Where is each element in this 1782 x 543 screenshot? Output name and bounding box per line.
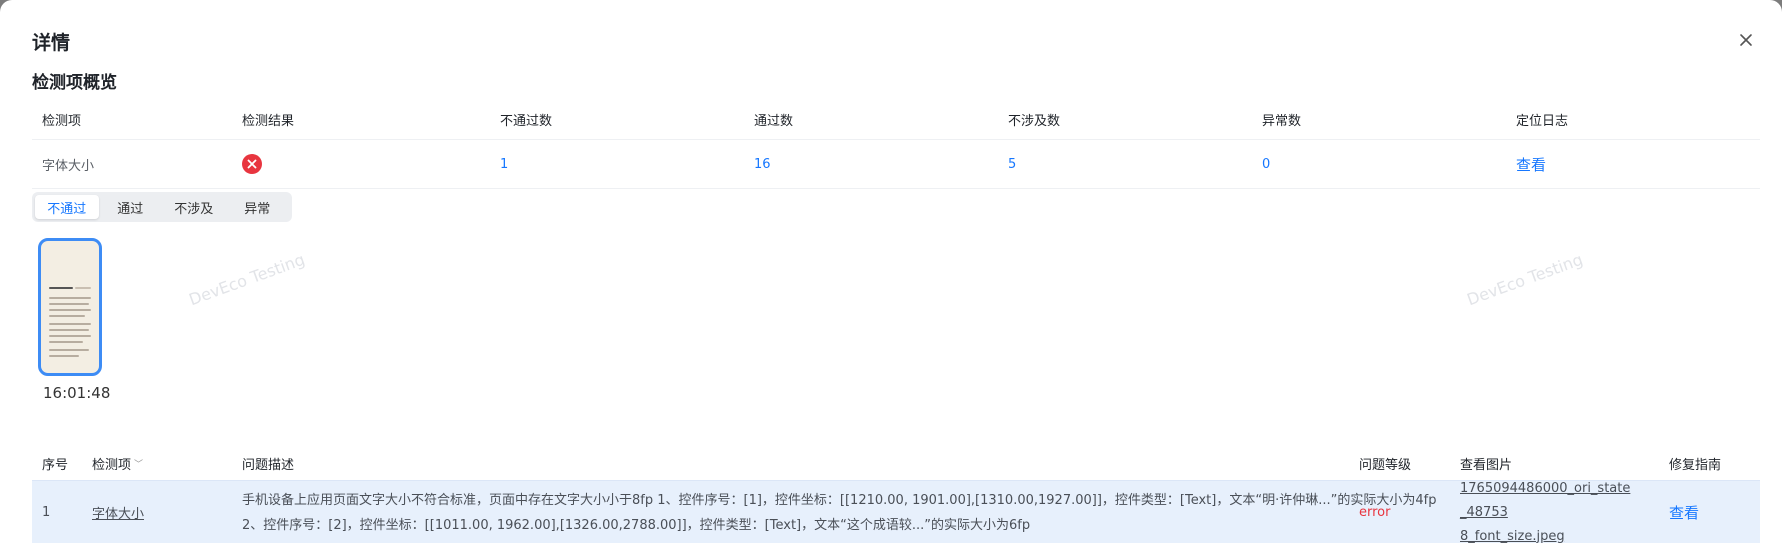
error-count-link[interactable]: 0 (1262, 140, 1270, 188)
row-item-link[interactable]: 字体大小 (92, 481, 144, 543)
overview-table: 检测项 检测结果 不通过数 通过数 不涉及数 异常数 定位日志 字体大小 1 1… (32, 99, 1760, 189)
header-log: 定位日志 (1516, 113, 1569, 129)
fail-count-link[interactable]: 1 (500, 140, 508, 188)
screenshot-time: 16:01:48 (43, 384, 111, 402)
tab-pass[interactable]: 通过 (99, 195, 163, 219)
issues-table: 序号 检测项 ﹀ 问题描述 问题等级 查看图片 修复指南 1 字体大小 手机设备上… (32, 446, 1760, 543)
dialog-title: 详情 (32, 32, 71, 54)
header-index: 序号 (42, 457, 69, 473)
overview-title: 检测项概览 (32, 73, 117, 93)
header-description: 问题描述 (242, 457, 295, 473)
header-image: 查看图片 (1460, 457, 1513, 473)
header-guide: 修复指南 (1669, 457, 1722, 473)
overview-row: 字体大小 1 16 5 0 查看 (32, 140, 1760, 189)
header-pass-count: 通过数 (754, 113, 794, 129)
result-tabs: 不通过 通过 不涉及 异常 (32, 192, 292, 222)
result-status (242, 140, 262, 188)
row-index: 1 (42, 505, 51, 520)
watermark-left: DevEco Testing (186, 249, 308, 310)
row-description: 手机设备上应用页面文字大小不符合标准，页面中存在文字大小小于8fp 1、控件序号… (242, 492, 1437, 533)
header-error-count: 异常数 (1262, 113, 1302, 129)
overview-item: 字体大小 (42, 158, 95, 174)
table-row: 1 字体大小 手机设备上应用页面文字大小不符合标准，页面中存在文字大小小于8fp… (32, 480, 1760, 543)
sort-chevron-icon[interactable]: ﹀ (134, 457, 143, 470)
tab-not-applicable[interactable]: 不涉及 (162, 195, 226, 219)
row-guide-link[interactable]: 查看 (1669, 502, 1699, 523)
row-level: error (1359, 505, 1391, 520)
header-fail-count: 不通过数 (500, 113, 553, 129)
header-na-count: 不涉及数 (1008, 113, 1061, 129)
watermark-right: DevEco Testing (1464, 249, 1586, 310)
view-log-link[interactable]: 查看 (1516, 154, 1546, 175)
header-check-item: 检测项 (42, 113, 82, 129)
row-image-link[interactable]: 1765094486000_ori_state_48753 8_font_siz… (1460, 481, 1636, 543)
tab-error[interactable]: 异常 (226, 195, 290, 219)
pass-count-link[interactable]: 16 (754, 140, 771, 188)
close-icon[interactable] (1736, 30, 1756, 50)
fail-icon (242, 154, 262, 174)
overview-header-row: 检测项 检测结果 不通过数 通过数 不涉及数 异常数 定位日志 (32, 99, 1760, 140)
header-level: 问题等级 (1359, 457, 1412, 473)
header-result: 检测结果 (242, 113, 295, 129)
tab-fail[interactable]: 不通过 (35, 195, 99, 219)
na-count-link[interactable]: 5 (1008, 140, 1016, 188)
screenshot-thumbnail[interactable] (38, 238, 102, 376)
details-dialog: 详情 检测项概览 检测项 检测结果 不通过数 通过数 不涉及数 异常数 定位日志… (0, 0, 1782, 543)
issues-header-row: 序号 检测项 ﹀ 问题描述 问题等级 查看图片 修复指南 (32, 446, 1760, 480)
header-issue-item[interactable]: 检测项 ﹀ (92, 446, 143, 480)
